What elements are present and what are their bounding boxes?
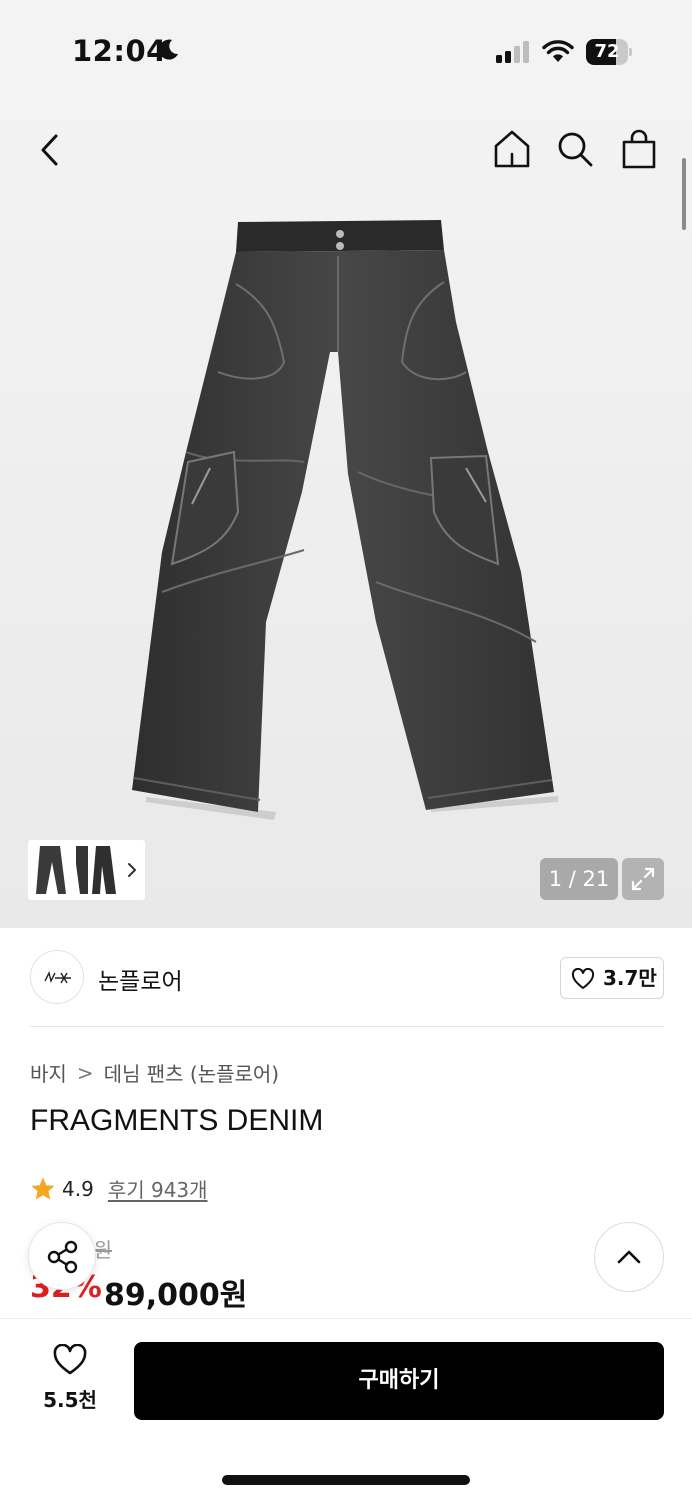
battery-icon: 72 [586,39,632,65]
moon-icon [159,39,178,60]
scrollbar-thumb[interactable] [682,158,686,230]
star-icon [31,1177,55,1199]
breadcrumb-separator: > [76,1060,94,1085]
scroll-to-top-button[interactable] [594,1222,664,1292]
product-title: FRAGMENTS DENIM [30,1104,324,1137]
wifi-icon [542,40,574,62]
brand-logo-mark [44,970,71,984]
buy-button[interactable]: 구매하기 [134,1342,664,1420]
heart-icon [571,968,595,989]
image-counter: 1 / 21 [540,858,618,900]
cellular-signal-icon [496,41,529,63]
breadcrumb-item-subcategory[interactable]: 데님 팬츠 (논플로어) [104,1058,280,1087]
heart-icon [53,1344,87,1375]
back-chevron-icon[interactable] [34,130,68,170]
thumbnail-strip[interactable] [28,840,145,900]
breadcrumb-item-category[interactable]: 바지 [30,1058,67,1087]
rating-value: 4.9 [62,1176,94,1201]
expand-button[interactable] [622,858,664,900]
divider [30,1026,664,1027]
breadcrumb: 바지 > 데님 팬츠 (논플로어) [30,1058,279,1087]
shopping-bag-icon[interactable] [620,128,658,170]
like-button[interactable]: 5.5천 [30,1340,110,1420]
rating-row: 4.9 후기 943개 [30,1174,208,1203]
home-indicator[interactable] [222,1475,470,1485]
chevron-right-icon[interactable] [125,860,139,880]
review-count-link[interactable]: 후기 943개 [108,1174,208,1203]
brand-name[interactable]: 논플로어 [98,962,183,996]
search-icon[interactable] [556,130,594,168]
like-count: 5.5천 [43,1388,97,1412]
battery-percent: 72 [594,41,620,62]
thumbnail-image[interactable] [32,844,120,896]
status-time: 12:04 [72,34,167,68]
brand-like-count: 3.7만 [603,966,657,990]
chevron-up-icon [617,1250,641,1264]
share-button[interactable] [28,1222,96,1290]
share-icon [47,1240,78,1274]
product-jeans-image [132,220,558,820]
home-icon[interactable] [492,128,532,170]
brand-like-button[interactable]: 3.7만 [560,957,664,999]
brand-logo[interactable] [30,950,84,1004]
status-bar: 12:04 72 [0,0,692,100]
expand-icon [631,867,655,891]
sale-price: 89,000원 [104,1278,248,1313]
